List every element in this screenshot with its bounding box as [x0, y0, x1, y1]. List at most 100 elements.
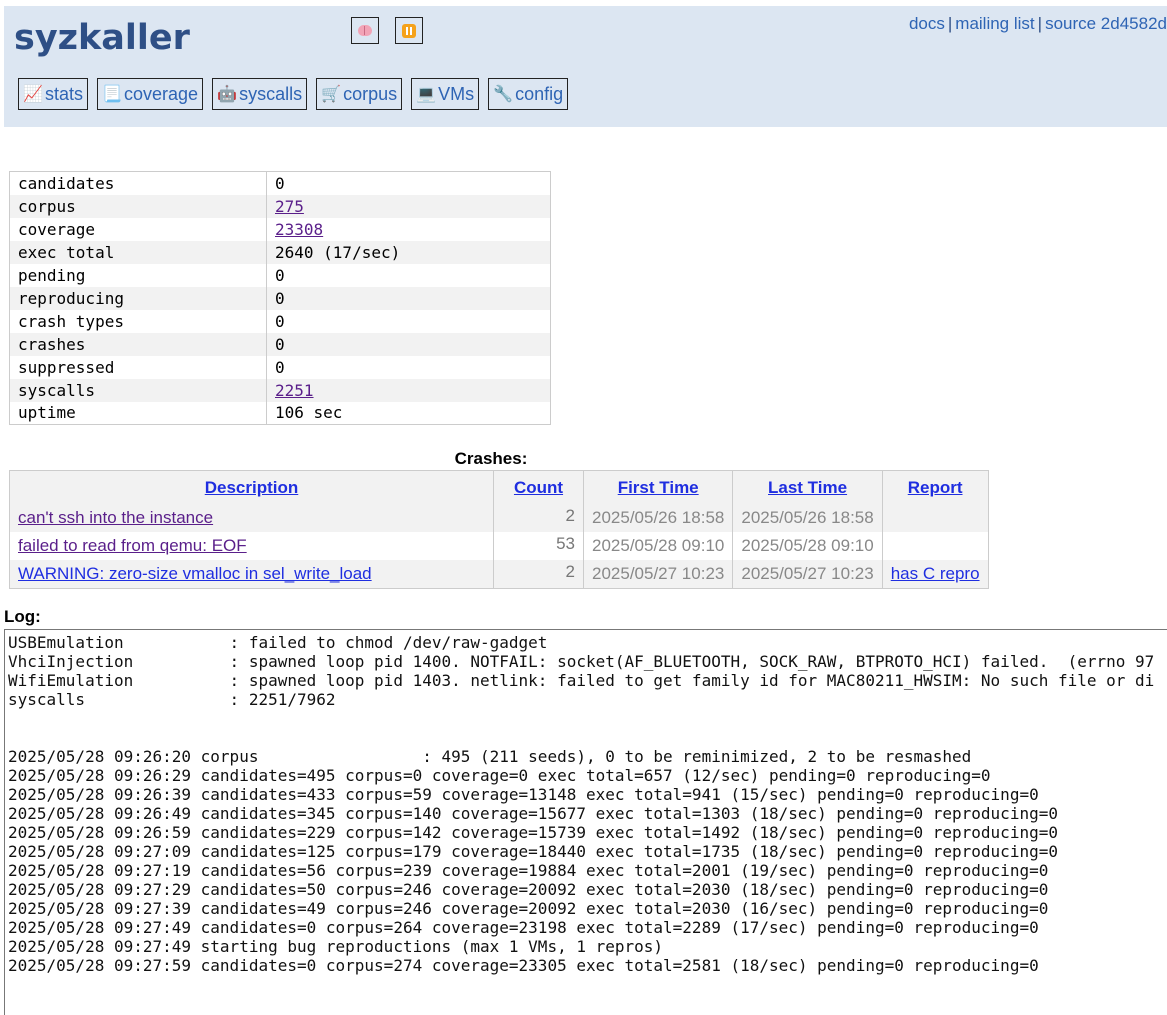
top-links: docs | mailing list | source 2d4582d: [909, 14, 1167, 34]
crash-description-link[interactable]: can't ssh into the instance: [18, 508, 213, 527]
crash-last-time-cell: 2025/05/26 18:58: [732, 504, 883, 532]
nav-label: config: [515, 83, 564, 104]
crash-row: WARNING: zero-size vmalloc in sel_write_…: [9, 560, 989, 588]
log-line: VhciInjection : spawned loop pid 1400. N…: [8, 652, 1155, 671]
log-line: WifiEmulation : spawned loop pid 1403. n…: [8, 671, 1155, 690]
laptop-icon: 💻: [416, 86, 437, 103]
nav-corpus-button[interactable]: 🛒 corpus: [316, 78, 403, 110]
nav-label: VMs: [438, 83, 475, 104]
stat-value-cell: 0: [266, 286, 551, 310]
log-line: USBEmulation : failed to chmod /dev/raw-…: [8, 633, 548, 652]
nav-syscalls-button[interactable]: 🤖 syscalls: [212, 78, 308, 110]
col-description[interactable]: Description: [9, 470, 494, 504]
stat-key: crash types: [9, 309, 267, 333]
stat-value-cell: 2251: [266, 378, 551, 402]
crash-description-cell: WARNING: zero-size vmalloc in sel_write_…: [9, 560, 494, 588]
source-link[interactable]: source 2d4582d: [1045, 14, 1167, 33]
stats-row: reproducing 0: [9, 286, 551, 310]
docs-link[interactable]: docs: [909, 14, 945, 33]
log-line: 2025/05/28 09:26:20 corpus : 495 (211 se…: [8, 747, 972, 766]
crash-count-cell: 53: [493, 532, 584, 560]
nav-vms-button[interactable]: 💻 VMs: [411, 78, 480, 110]
stats-row: crashes 0: [9, 332, 551, 356]
crash-last-time-cell: 2025/05/27 10:23: [732, 560, 883, 588]
crash-report-cell: [882, 532, 988, 560]
mailing-list-link[interactable]: mailing list: [955, 14, 1034, 33]
stat-key: suppressed: [9, 355, 267, 379]
nav-stats-button[interactable]: 📈 stats: [18, 78, 89, 110]
stat-value-cell: 0: [275, 265, 285, 285]
log-panel[interactable]: USBEmulation : failed to chmod /dev/raw-…: [4, 629, 1167, 1015]
pause-button[interactable]: [395, 17, 423, 44]
stat-value-cell: 0: [275, 311, 285, 331]
col-first-time[interactable]: First Time: [583, 470, 734, 504]
crash-report-link[interactable]: has C repro: [891, 564, 980, 583]
log-line: 2025/05/28 09:27:49 candidates=0 corpus=…: [8, 918, 1039, 937]
crash-description-link[interactable]: WARNING: zero-size vmalloc in sel_write_…: [18, 564, 372, 583]
nav-coverage-button[interactable]: 📃 coverage: [97, 78, 204, 110]
stats-row: corpus 275: [9, 194, 551, 218]
stat-value-link[interactable]: 2251: [275, 381, 314, 400]
stat-value-link[interactable]: 23308: [275, 220, 323, 239]
stats-row: syscalls 2251: [9, 378, 551, 402]
stat-value-cell: 0: [275, 173, 285, 193]
crash-first-time-cell: 2025/05/28 09:10: [583, 532, 734, 560]
log-line: 2025/05/28 09:27:49 starting bug reprodu…: [8, 937, 664, 956]
stats-row: exec total 2640 (17/sec): [9, 240, 551, 264]
crash-count-cell: 2: [493, 504, 584, 532]
crash-description-link[interactable]: failed to read from qemu: EOF: [18, 536, 247, 555]
stats-row: uptime 106 sec: [9, 401, 551, 425]
stats-row: candidates 0: [9, 171, 551, 195]
sort-description-link[interactable]: Description: [205, 478, 299, 497]
stats-row: coverage 23308: [9, 217, 551, 241]
nav-config-button[interactable]: 🔧 config: [488, 78, 569, 110]
sort-first-time-link[interactable]: First Time: [618, 478, 699, 497]
nav-label: coverage: [124, 83, 199, 104]
crash-description-cell: can't ssh into the instance: [9, 504, 494, 532]
col-count[interactable]: Count: [493, 470, 584, 504]
col-report[interactable]: Report: [882, 470, 989, 504]
crash-description-cell: failed to read from qemu: EOF: [9, 532, 494, 560]
stat-key: corpus: [9, 194, 267, 218]
stat-key: exec total: [9, 240, 267, 264]
stats-table: candidates 0 corpus 275 coverage 23308 exec to…: [9, 171, 551, 425]
log-line: 2025/05/28 09:27:39 candidates=49 corpus…: [8, 899, 1049, 918]
crash-count-cell: 2: [493, 560, 584, 588]
col-last-time[interactable]: Last Time: [732, 470, 883, 504]
stat-key: reproducing: [9, 286, 267, 310]
wrench-icon: 🔧: [493, 86, 514, 103]
logo[interactable]: syzkaller: [14, 18, 190, 58]
chart-icon: 📈: [23, 86, 43, 103]
robot-icon: 🤖: [217, 86, 237, 103]
pause-icon: [402, 23, 416, 38]
crash-first-time-cell: 2025/05/26 18:58: [583, 504, 734, 532]
crash-row: can't ssh into the instance 2 2025/05/26 1…: [9, 504, 989, 532]
stat-value-cell: 2640 (17/sec): [266, 240, 551, 264]
crashes-table: Description Count First Time Last Time R…: [9, 470, 989, 589]
stat-value-link[interactable]: 275: [275, 197, 304, 216]
crash-report-cell: [882, 504, 989, 532]
log-line: syscalls : 2251/7962: [8, 690, 336, 709]
log-line: 2025/05/28 09:26:59 candidates=229 corpu…: [8, 823, 1058, 842]
crash-first-time-cell: 2025/05/27 10:23: [583, 560, 734, 588]
log-line: 2025/05/28 09:27:09 candidates=125 corpu…: [8, 842, 1058, 861]
log-line: 2025/05/28 09:27:59 candidates=0 corpus=…: [8, 956, 1039, 975]
log-line: 2025/05/28 09:26:49 candidates=345 corpu…: [8, 804, 1058, 823]
stats-row: crash types 0: [9, 309, 551, 333]
sort-last-time-link[interactable]: Last Time: [768, 478, 847, 497]
log-line: 2025/05/28 09:27:29 candidates=50 corpus…: [8, 880, 1049, 899]
sort-report-link[interactable]: Report: [908, 478, 963, 497]
stat-value-cell: 23308: [267, 218, 551, 241]
brain-icon: [358, 25, 372, 36]
crash-row: failed to read from qemu: EOF 53 2025/05/2…: [9, 532, 989, 560]
stat-value-cell: 0: [275, 357, 285, 377]
crashes-title: Crashes:: [454, 449, 528, 468]
sort-count-link[interactable]: Count: [514, 478, 563, 497]
log-line: 2025/05/28 09:27:19 candidates=56 corpus…: [8, 861, 1049, 880]
stats-row: suppressed 0: [9, 355, 551, 379]
stat-key: syscalls: [9, 378, 267, 402]
crash-report-cell: has C repro: [882, 560, 989, 588]
brain-button[interactable]: [351, 17, 379, 44]
stat-key: crashes: [9, 332, 267, 356]
